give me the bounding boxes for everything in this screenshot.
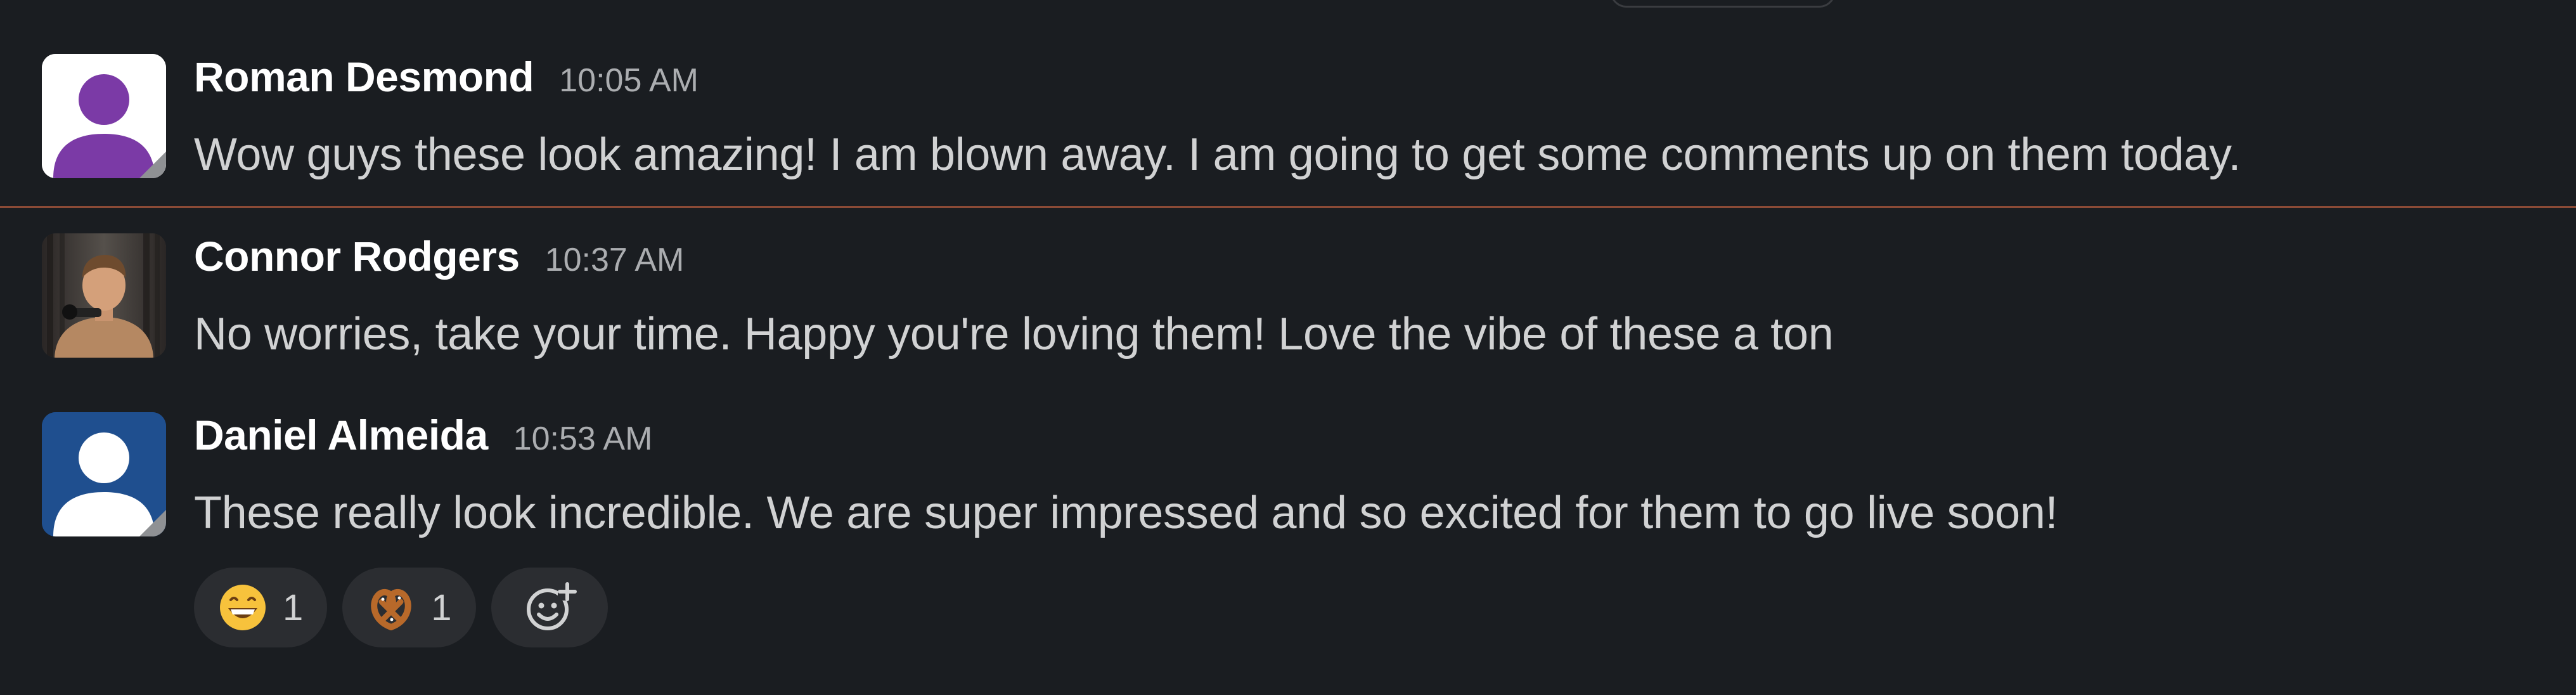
message-text: No worries, take your time. Happy you're… bbox=[194, 309, 1834, 360]
avatar[interactable] bbox=[42, 54, 166, 178]
message-daniel-almeida: Daniel Almeida 10:53 AM These really look… bbox=[0, 393, 2576, 558]
presence-indicator-icon bbox=[139, 510, 166, 536]
add-emoji-icon bbox=[526, 582, 577, 630]
timestamp[interactable]: 10:05 AM bbox=[559, 62, 699, 99]
author-name[interactable]: Connor Rodgers bbox=[194, 233, 520, 280]
reactions-bar: 1 1 bbox=[194, 568, 608, 647]
grinning-face-icon bbox=[220, 585, 266, 630]
reaction-grinning-face[interactable]: 1 bbox=[194, 568, 328, 647]
reaction-pretzel[interactable]: 1 bbox=[342, 568, 476, 647]
author-name[interactable]: Daniel Almeida bbox=[194, 412, 488, 458]
author-name[interactable]: Roman Desmond bbox=[194, 53, 534, 100]
timestamp[interactable]: 10:37 AM bbox=[545, 242, 685, 278]
date-divider-pill[interactable] bbox=[1610, 0, 1836, 8]
message-connor-rodgers: Connor Rodgers 10:37 AM No worries, take … bbox=[0, 214, 2576, 379]
reaction-count: 1 bbox=[431, 587, 452, 628]
avatar[interactable] bbox=[42, 233, 166, 358]
message-text: Wow guys these look amazing! I am blown … bbox=[194, 129, 2241, 180]
add-reaction-button[interactable] bbox=[491, 568, 608, 647]
user-photo bbox=[42, 233, 166, 358]
message-text: These really look incredible. We are sup… bbox=[194, 488, 2058, 538]
timestamp[interactable]: 10:53 AM bbox=[513, 420, 653, 457]
new-messages-divider bbox=[0, 206, 2576, 208]
pretzel-icon bbox=[371, 588, 411, 630]
avatar[interactable] bbox=[42, 412, 166, 536]
presence-indicator-icon bbox=[139, 152, 166, 178]
message-roman-desmond: Roman Desmond 10:05 AM Wow guys these loo… bbox=[0, 35, 2576, 200]
reaction-count: 1 bbox=[283, 587, 304, 628]
